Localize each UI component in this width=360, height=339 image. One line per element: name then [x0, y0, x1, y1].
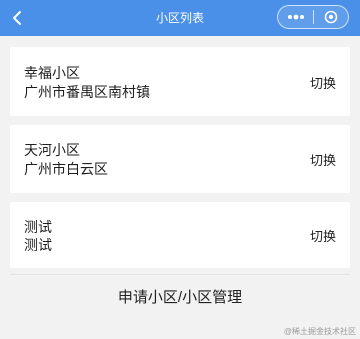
navigation-bar: 小区列表: [0, 0, 360, 36]
switch-button[interactable]: 切换: [310, 226, 336, 245]
switch-button[interactable]: 切换: [310, 73, 336, 92]
community-name: 测试: [24, 219, 52, 235]
switch-button[interactable]: 切换: [310, 150, 336, 169]
community-card: 测试 测试 切换: [10, 202, 350, 268]
more-button[interactable]: [278, 6, 313, 28]
watermark: @稀土掘金技术社区: [283, 327, 356, 336]
capsule-menu: [277, 5, 349, 29]
community-name: 天河小区: [24, 142, 80, 158]
close-button[interactable]: [314, 6, 348, 28]
community-address: 广州市番禺区南村镇: [24, 84, 150, 100]
community-card: 幸福小区 广州市番禺区南村镇 切换: [10, 47, 350, 116]
community-name: 幸福小区: [24, 65, 80, 81]
apply-manage-button[interactable]: 申请小区/小区管理: [10, 274, 350, 320]
community-address: 广州市白云区: [24, 161, 108, 177]
community-card: 天河小区 广州市白云区 切换: [10, 125, 350, 193]
target-close-icon: [324, 10, 338, 24]
community-address: 测试: [24, 237, 52, 253]
more-dots-icon: [287, 14, 304, 20]
